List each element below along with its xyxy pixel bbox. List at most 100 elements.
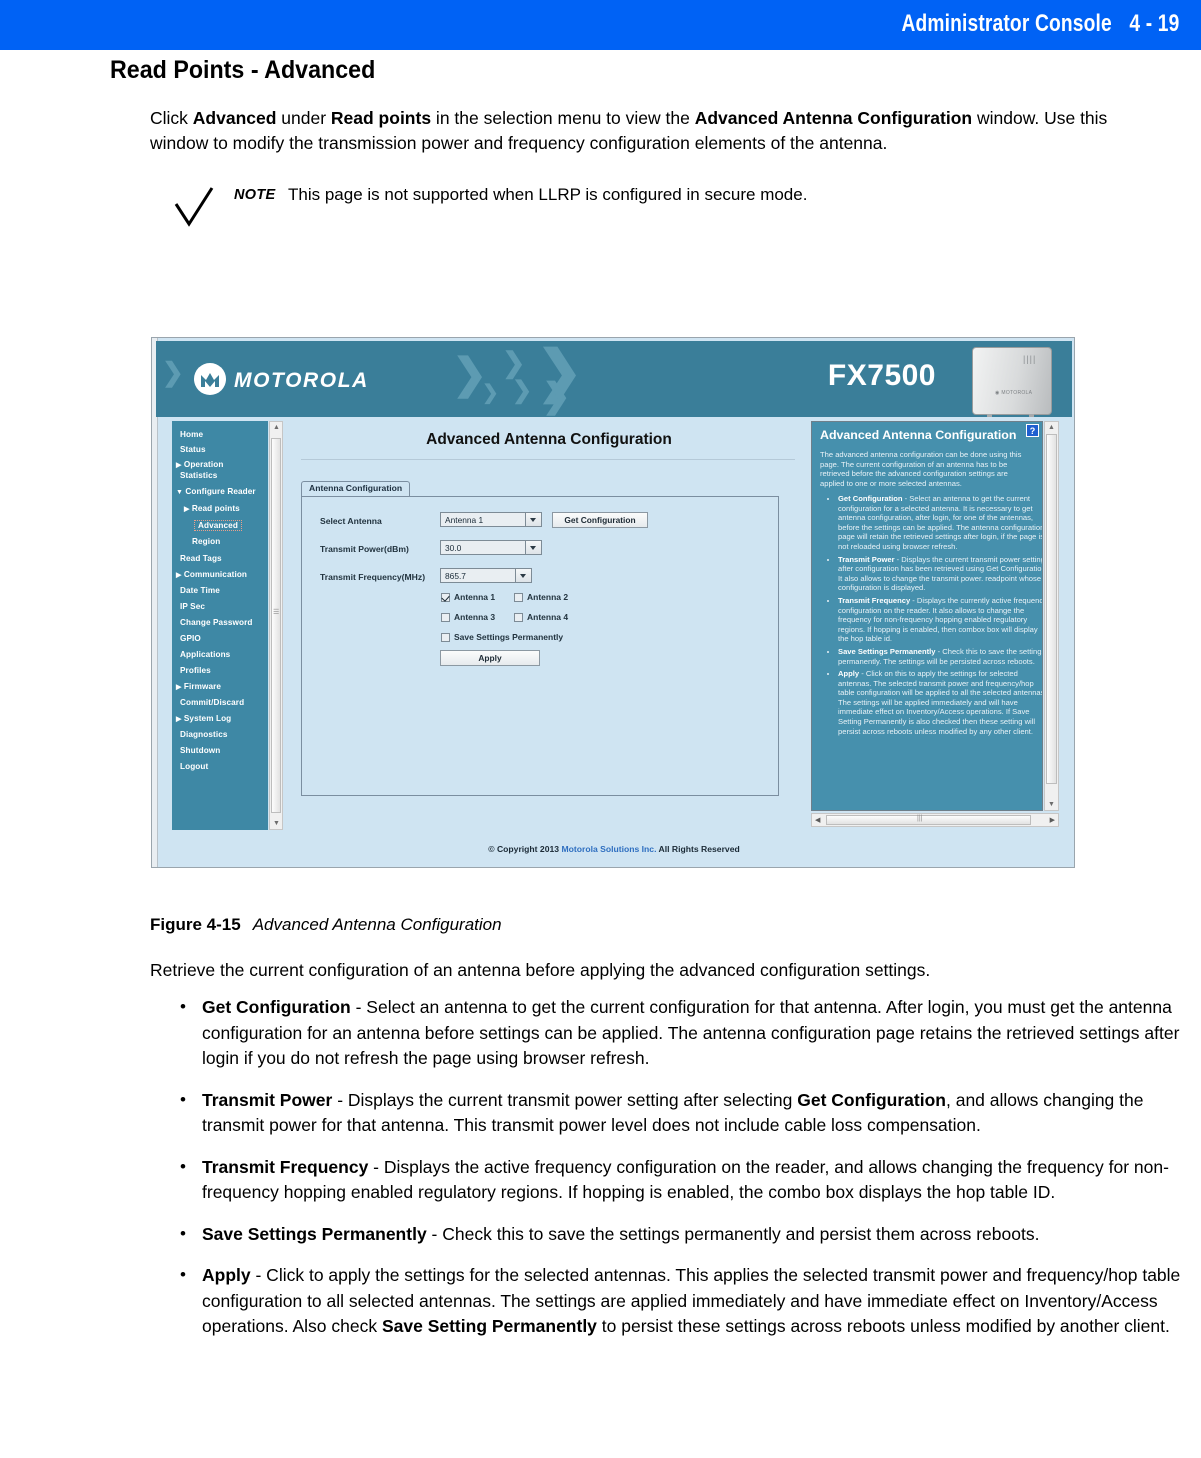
help-item-list: Get Configuration - Select an antenna to…: [826, 494, 1042, 739]
antenna-3-checkbox[interactable]: [441, 613, 450, 622]
scrollbar-grip-icon: ☰: [273, 609, 280, 616]
intro-bold-window: Advanced Antenna Configuration: [694, 108, 973, 128]
reader-device-image: |||| ◉ MOTOROLA: [972, 347, 1052, 417]
chevron-right-icon: ▶: [184, 506, 190, 513]
intro-bold-readpoints: Read points: [330, 108, 432, 128]
sidebar-item-profiles[interactable]: Profiles: [180, 666, 276, 675]
scroll-down-icon[interactable]: ▼: [273, 820, 280, 827]
scroll-left-icon[interactable]: ◀: [815, 816, 820, 824]
motorola-solutions-link[interactable]: Motorola Solutions Inc.: [561, 844, 656, 854]
save-settings-permanently-label: Save Settings Permanently: [454, 632, 564, 642]
antenna-2-checkbox[interactable]: [514, 593, 523, 602]
page-title: Read Points - Advanced: [110, 56, 376, 84]
sidebar-item-operation[interactable]: ▶ Operation: [176, 460, 272, 469]
sidebar-item-read-points[interactable]: ▶ Read points: [184, 504, 280, 513]
sidebar-item-communication[interactable]: ▶ Communication: [176, 570, 272, 579]
sidebar-item-diagnostics[interactable]: Diagnostics: [180, 730, 276, 739]
select-antenna-dropdown[interactable]: Antenna 1: [440, 512, 542, 527]
intro-text-1: Click: [150, 108, 193, 128]
list-item: Get Configuration - Select an antenna to…: [172, 994, 1182, 1072]
bullet-term: Get Configuration: [202, 997, 351, 1017]
sidebar-item-read-tags[interactable]: Read Tags: [180, 554, 276, 563]
save-settings-permanently-checkbox[interactable]: [441, 633, 450, 642]
sidebar-item-change-password[interactable]: Change Password: [180, 618, 276, 627]
brand-wordmark: MOTOROLA: [234, 369, 369, 392]
content-title: Advanced Antenna Configuration: [426, 431, 672, 448]
select-antenna-label: Select Antenna: [320, 516, 382, 526]
apply-button[interactable]: Apply: [440, 650, 540, 666]
chevron-down-icon: ▼: [176, 489, 184, 496]
sidebar-item-gpio[interactable]: GPIO: [180, 634, 276, 643]
help-vertical-scrollbar[interactable]: ▲ ▼: [1044, 421, 1059, 811]
bullet-term-inline: Save Setting Permanently: [381, 1316, 597, 1336]
sidebar-scrollbar-thumb[interactable]: [271, 438, 281, 813]
sidebar-item-label: Home: [180, 430, 204, 439]
help-horizontal-scrollbar[interactable]: ◀ ||| ▶: [811, 813, 1059, 827]
chevron-down-icon[interactable]: [525, 513, 541, 526]
model-name: FX7500: [827, 359, 936, 392]
sidebar-item-label: Read Tags: [180, 554, 222, 563]
sidebar-scrollbar[interactable]: ▲ ☰ ▼: [269, 421, 283, 830]
chevron-down-icon[interactable]: [515, 569, 531, 582]
sidebar-item-statistics[interactable]: Statistics: [180, 471, 276, 480]
sidebar-item-logout[interactable]: Logout: [180, 762, 276, 771]
page-header-title: Administrator Console: [901, 10, 1112, 37]
sidebar-item-label: GPIO: [180, 634, 201, 643]
chevron-down-icon[interactable]: [525, 541, 541, 554]
chevron-decor-icon: ❯: [512, 377, 533, 404]
device-antenna-lines-icon: ||||: [1023, 354, 1037, 364]
scroll-up-icon[interactable]: ▲: [1048, 424, 1055, 431]
checkmark-icon: [174, 187, 214, 227]
sidebar-item-firmware[interactable]: ▶ Firmware: [176, 682, 272, 691]
chevron-decor-icon: ❯: [502, 347, 526, 378]
figure-number: Figure 4-15: [150, 915, 241, 934]
help-question-icon[interactable]: ?: [1026, 424, 1039, 437]
copyright-footer: © Copyright 2013 Motorola Solutions Inc.…: [156, 844, 1072, 854]
sidebar-item-label: Logout: [180, 762, 209, 771]
page-header-bar: Administrator Console 4 - 19: [0, 0, 1201, 50]
help-item: Transmit Frequency - Displays the curren…: [838, 595, 1042, 644]
sidebar-item-system-log[interactable]: ▶ System Log: [176, 714, 272, 723]
sidebar-item-ip-sec[interactable]: IP Sec: [180, 602, 276, 611]
sidebar-item-advanced[interactable]: Advanced: [194, 520, 242, 531]
intro-bold-advanced: Advanced: [192, 108, 277, 128]
sidebar-item-home[interactable]: Home: [180, 430, 276, 439]
sidebar-item-status[interactable]: Status: [180, 445, 276, 454]
sidebar-item-label: Configure Reader: [185, 487, 256, 496]
sidebar-item-label: Diagnostics: [180, 730, 228, 739]
sidebar-item-commit-discard[interactable]: Commit/Discard: [180, 698, 276, 707]
select-antenna-value: Antenna 1: [445, 515, 484, 525]
chevron-decor-icon: ❯: [482, 382, 499, 404]
copyright-text-pre: © Copyright 2013: [488, 844, 562, 854]
transmit-power-dropdown[interactable]: 30.0: [440, 540, 542, 555]
scroll-right-icon[interactable]: ▶: [1050, 816, 1055, 824]
sidebar-item-configure-reader[interactable]: ▼ Configure Reader: [176, 487, 272, 496]
get-configuration-button[interactable]: Get Configuration: [552, 512, 648, 528]
help-hscrollbar-thumb[interactable]: [826, 815, 1031, 825]
navigation-sidebar: Home Status ▶ Operation Statistics ▼ Con…: [172, 421, 268, 830]
help-item-term: Transmit Frequency: [838, 595, 911, 605]
sidebar-item-date-time[interactable]: Date Time: [180, 586, 276, 595]
help-item-term: Apply: [838, 669, 860, 679]
chevron-right-icon: ▶: [176, 716, 182, 723]
help-item: Save Settings Permanently - Check this t…: [838, 647, 1042, 666]
note-label: NOTE: [234, 187, 276, 203]
antenna-1-checkbox[interactable]: [441, 593, 450, 602]
bullet-term-inline: Get Configuration: [797, 1089, 946, 1110]
antenna-2-label: Antenna 2: [527, 592, 569, 602]
scroll-down-icon[interactable]: ▼: [1048, 801, 1055, 808]
transmit-frequency-value: 865.7: [445, 571, 466, 581]
transmit-frequency-dropdown[interactable]: 865.7: [440, 568, 532, 583]
sidebar-item-label: Date Time: [180, 586, 220, 595]
help-scrollbar-thumb[interactable]: [1046, 434, 1057, 784]
sidebar-item-label: Commit/Discard: [180, 698, 245, 707]
sidebar-item-applications[interactable]: Applications: [180, 650, 276, 659]
antenna-4-checkbox[interactable]: [514, 613, 523, 622]
sidebar-item-shutdown[interactable]: Shutdown: [180, 746, 276, 755]
bullet-term: Transmit Frequency: [202, 1156, 369, 1177]
sidebar-item-label: Communication: [183, 570, 248, 579]
list-item: Apply - Click to apply the settings for …: [172, 1262, 1182, 1340]
help-content-box: ? Advanced Antenna Configuration The adv…: [811, 421, 1043, 811]
scroll-up-icon[interactable]: ▲: [273, 424, 280, 431]
list-item: Transmit Frequency - Displays the active…: [172, 1154, 1182, 1206]
